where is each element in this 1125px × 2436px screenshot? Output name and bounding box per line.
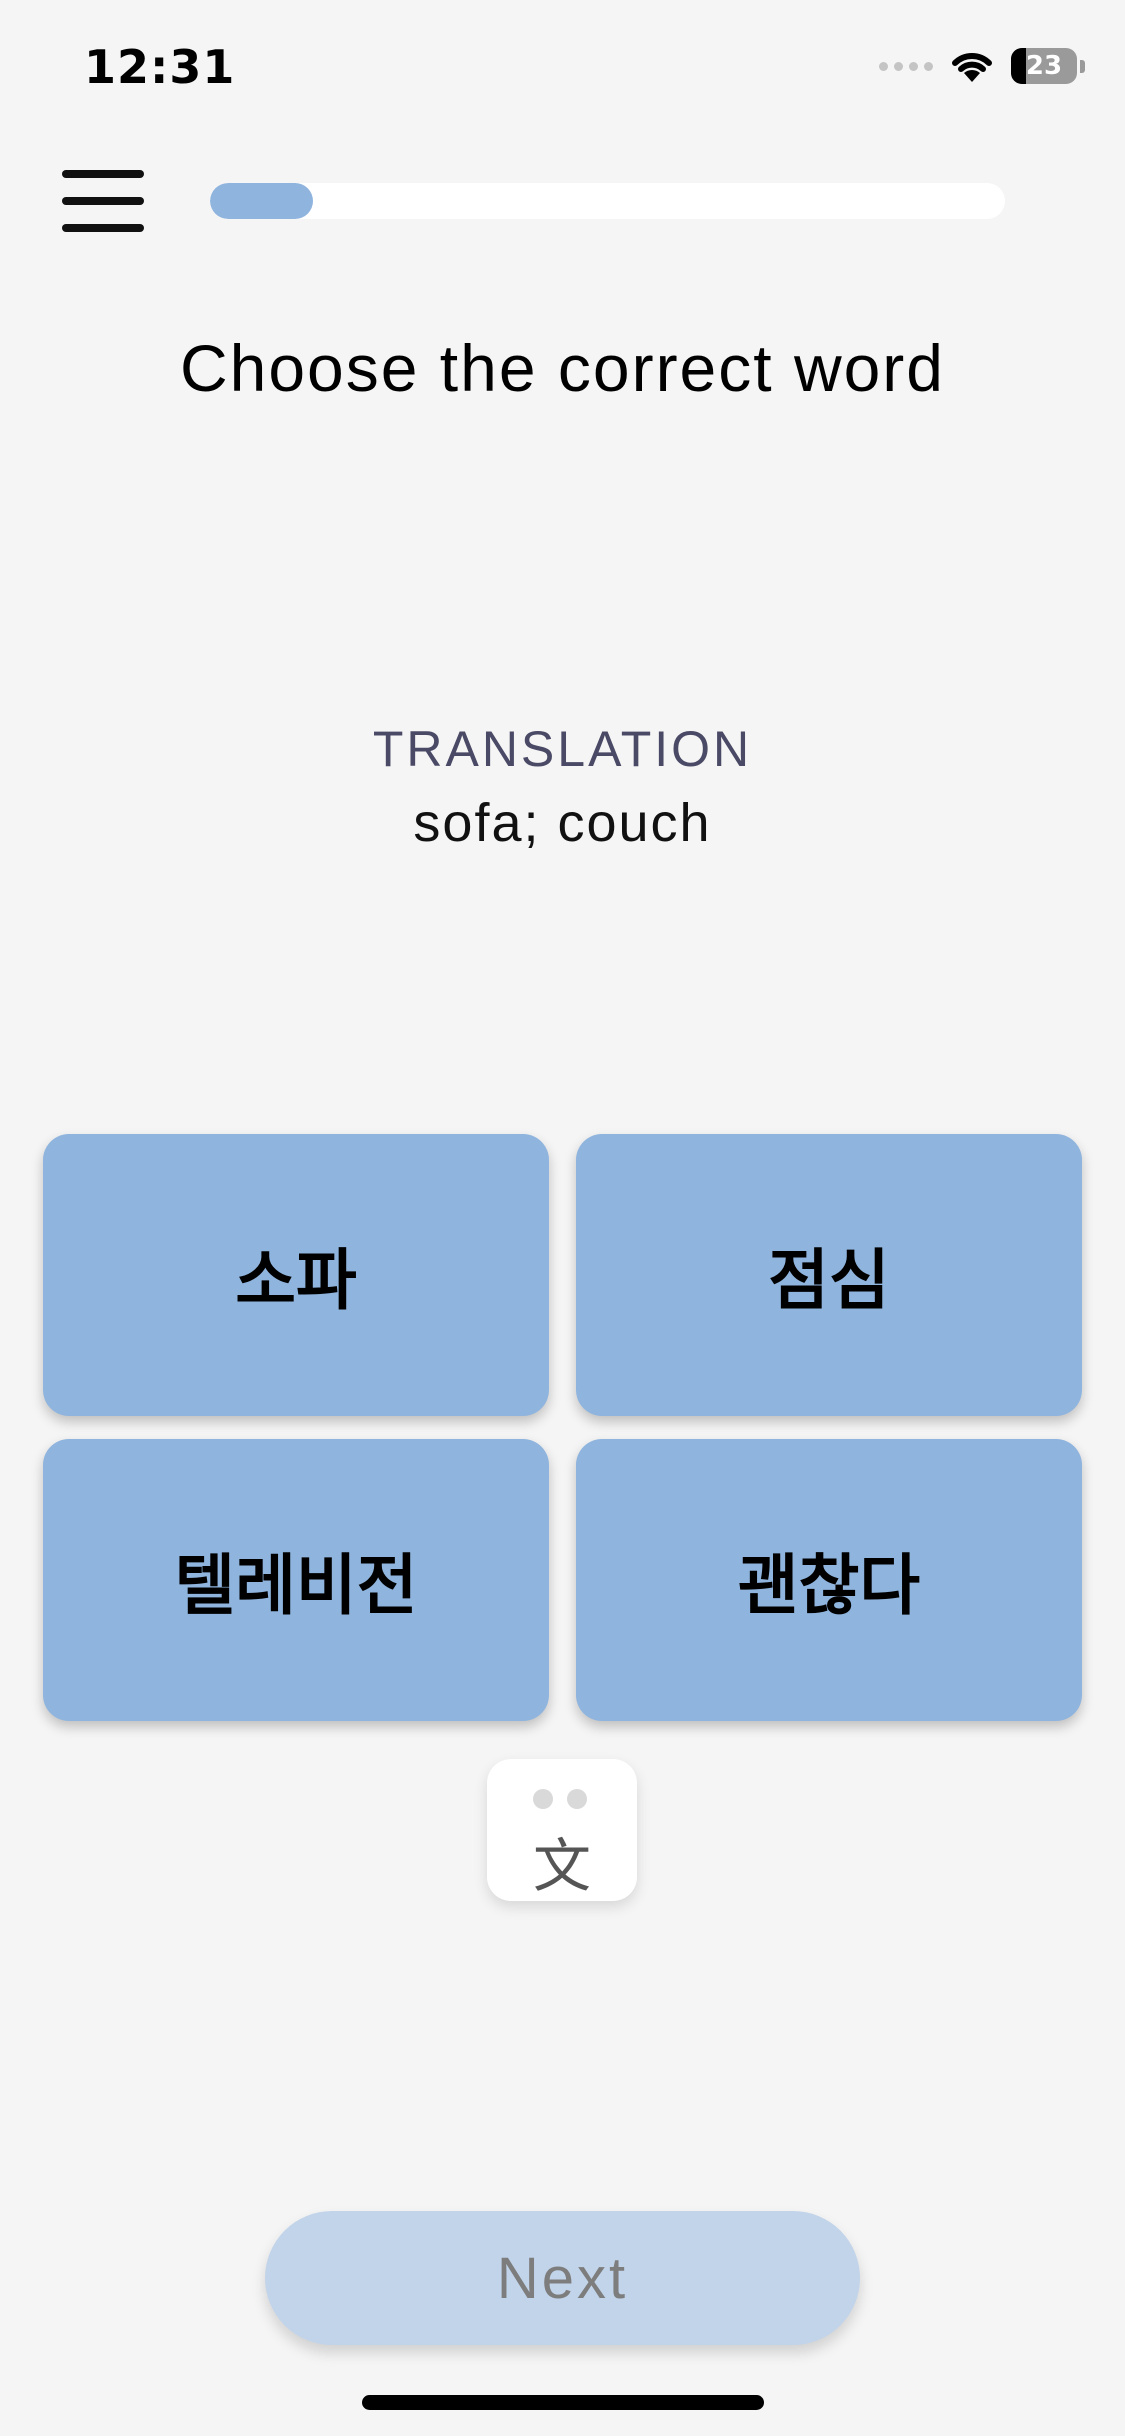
answer-option-2[interactable]: 점심 [576,1134,1082,1416]
quiz-screen: 12:31 23 Choose the correct word TRANSLA… [0,0,1125,2436]
translate-icon: 文 [532,1832,591,1900]
status-time: 12:31 [84,40,236,94]
answer-option-3[interactable]: 텔레비전 [43,1439,549,1721]
dots-icon [533,1789,587,1809]
battery-icon: 23 [1011,48,1085,84]
battery-level: 23 [1025,51,1063,81]
translate-toggle-button[interactable]: 文 [487,1759,637,1901]
battery-fill [1011,48,1027,84]
hamburger-menu-icon[interactable] [62,170,144,232]
answer-option-1[interactable]: 소파 [43,1134,549,1416]
progress-bar [210,183,1005,219]
home-indicator[interactable] [362,2395,764,2410]
translation-label: TRANSLATION [372,721,753,777]
page-title: Choose the correct word [179,331,945,405]
translation-value: sofa; couch [413,793,712,853]
progress-fill [210,183,314,219]
next-button[interactable]: Next [265,2211,860,2345]
wifi-icon [952,52,992,82]
status-icons: 23 [879,48,1085,84]
answer-option-4[interactable]: 괜찮다 [576,1439,1082,1721]
cellular-signal-icon [879,61,933,71]
